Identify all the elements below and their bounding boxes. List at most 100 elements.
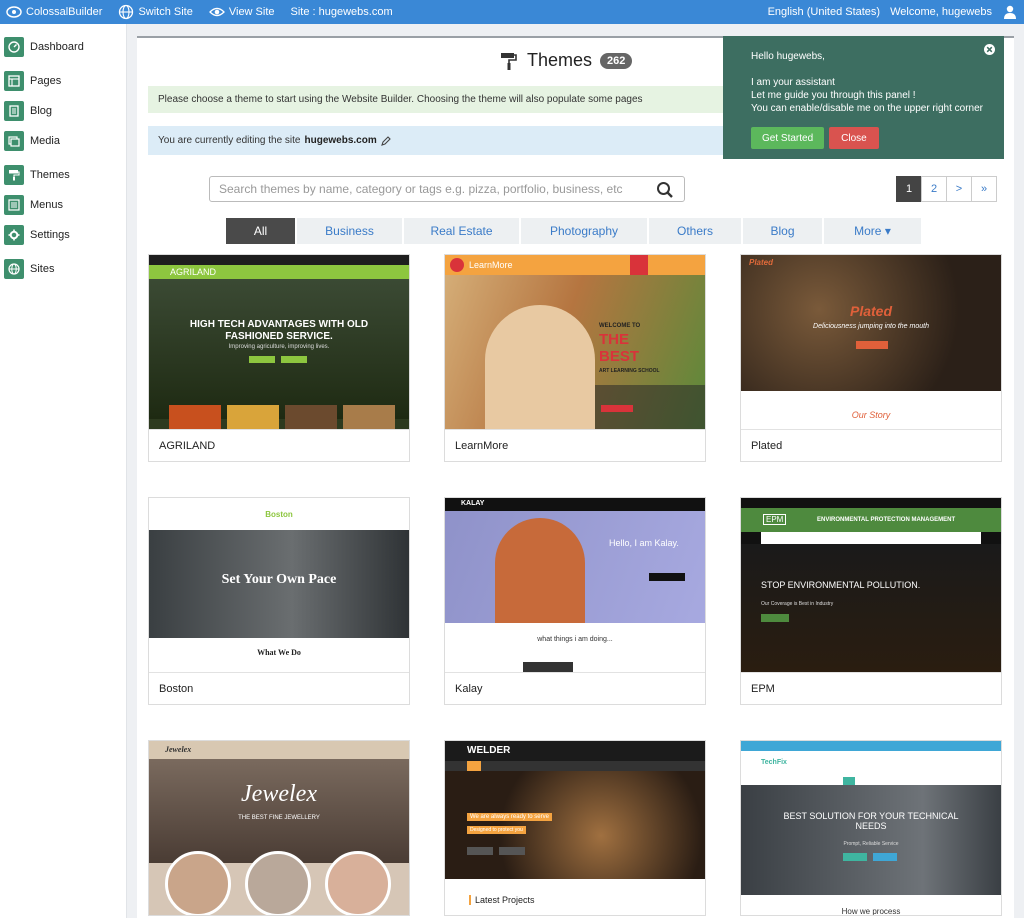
tab-all[interactable]: All (226, 218, 295, 244)
sidebar-item-label: Pages (30, 75, 62, 87)
preview-subtitle: Prompt, Reliable Service (843, 841, 899, 847)
sidebar: Dashboard Pages Blog Media Themes Menus … (0, 24, 127, 918)
theme-count-badge: 262 (600, 52, 633, 69)
switch-site-label: Switch Site (138, 6, 193, 18)
preview-subtitle: Improving agriculture, improving lives. (228, 344, 330, 350)
paint-roller-icon (501, 52, 517, 70)
view-site-link[interactable]: View Site (208, 4, 275, 20)
preview-headline: Set Your Own Pace (221, 572, 337, 587)
site-indicator: Site : hugewebs.com (291, 6, 393, 18)
tab-real-estate[interactable]: Real Estate (404, 218, 519, 244)
preview-brand: AGRILAND (170, 267, 217, 277)
preview-headline: Jewelex (241, 781, 317, 807)
theme-name: Plated (741, 429, 1001, 461)
gear-icon (4, 225, 24, 245)
preview-brand: Jewelex (165, 745, 192, 754)
sidebar-item-label: Themes (30, 169, 70, 181)
globe-icon (119, 4, 134, 20)
preview-section: Latest Projects (469, 895, 535, 905)
eye-icon (208, 7, 225, 17)
close-icon[interactable] (984, 44, 995, 55)
assistant-greeting: Hello hugewebs, (751, 51, 825, 62)
editing-site-prefix: You are currently editing the site (158, 135, 301, 146)
media-icon (4, 131, 24, 151)
brand-logo-icon (6, 6, 22, 18)
preview-section: How we process (841, 907, 901, 915)
assistant-panel: Hello hugewebs, I am your assistant Let … (723, 36, 1004, 159)
theme-preview: AGRILAND HIGH TECH ADVANTAGES WITH OLD F… (149, 255, 409, 429)
preview-line-2: THE (599, 331, 629, 348)
assistant-line-2: Let me guide you through this panel ! (751, 90, 916, 101)
theme-name: AGRILAND (149, 429, 409, 461)
preview-brand: LearnMore (469, 260, 513, 270)
sidebar-item-label: Menus (30, 199, 64, 211)
sidebar-item-dashboard[interactable]: Dashboard (4, 36, 84, 58)
close-assistant-button[interactable]: Close (829, 127, 879, 149)
switch-site-link[interactable]: Switch Site (118, 4, 193, 20)
assistant-line-3: You can enable/disable me on the upper r… (751, 103, 984, 114)
theme-card-boston[interactable]: Boston Set Your Own Pace What We Do Bost… (148, 497, 410, 705)
theme-name: Boston (149, 672, 409, 704)
tab-more[interactable]: More ▾ (824, 218, 921, 244)
sidebar-item-label: Media (30, 135, 60, 147)
preview-brand: Plated (749, 258, 774, 267)
dashboard-icon (4, 37, 24, 57)
preview-subtitle: THE BEST FINE JEWELLERY (238, 815, 320, 821)
tab-business[interactable]: Business (297, 218, 402, 244)
preview-line-1: WELCOME TO (599, 323, 641, 329)
theme-card-epm[interactable]: EPM ENVIRONMENTAL PROTECTION MANAGEMENT … (740, 497, 1002, 705)
menus-icon (4, 195, 24, 215)
preview-headline: HIGH TECH ADVANTAGES WITH OLD FASHIONED … (189, 319, 369, 342)
tab-others[interactable]: Others (649, 218, 741, 244)
sidebar-item-settings[interactable]: Settings (4, 224, 70, 246)
sidebar-item-pages[interactable]: Pages (4, 70, 61, 92)
next-page-button[interactable]: > (946, 176, 972, 202)
user-icon[interactable] (1002, 4, 1018, 20)
preview-brand: EPM (763, 514, 787, 525)
preview-section: Our Story (851, 410, 891, 420)
preview-line-4: ART LEARNING SCHOOL (599, 368, 660, 374)
theme-card-plated[interactable]: Plated Plated Deliciousness jumping into… (740, 254, 1002, 462)
last-page-button[interactable]: » (971, 176, 997, 202)
search-input[interactable] (219, 182, 649, 196)
sidebar-item-sites[interactable]: Sites (4, 258, 54, 280)
sidebar-item-blog[interactable]: Blog (4, 100, 52, 122)
pencil-icon[interactable] (380, 135, 391, 146)
theme-card-learnmore[interactable]: LearnMore WELCOME TO THE BEST ART LEARNI… (444, 254, 706, 462)
theme-preview: Jewelex Jewelex THE BEST FINE JEWELLERY (149, 741, 409, 915)
theme-name: EPM (741, 672, 1001, 704)
theme-card-techfix[interactable]: TechFix BEST SOLUTION FOR YOUR TECHNICAL… (740, 740, 1002, 916)
preview-line-3: BEST (599, 348, 640, 365)
sidebar-item-menus[interactable]: Menus (4, 194, 63, 216)
preview-headline: We are always ready to serve (467, 813, 552, 821)
theme-card-agriland[interactable]: AGRILAND HIGH TECH ADVANTAGES WITH OLD F… (148, 254, 410, 462)
editing-site-name: hugewebs.com (304, 135, 377, 146)
themes-panel: Themes 262 Please choose a theme to star… (137, 36, 1014, 918)
theme-preview: EPM ENVIRONMENTAL PROTECTION MANAGEMENT … (741, 498, 1001, 672)
pagination: 1 2 > » (896, 176, 997, 202)
theme-preview: TechFix BEST SOLUTION FOR YOUR TECHNICAL… (741, 741, 1001, 915)
page-button-1[interactable]: 1 (896, 176, 922, 202)
theme-preview: Plated Plated Deliciousness jumping into… (741, 255, 1001, 429)
page-button-2[interactable]: 2 (921, 176, 947, 202)
preview-subtitle: Designed to protect you (467, 826, 526, 834)
tab-blog[interactable]: Blog (743, 218, 822, 244)
preview-brand: KALAY (461, 500, 485, 507)
tab-photography[interactable]: Photography (521, 218, 647, 244)
brand-link[interactable]: ColossalBuilder (6, 4, 102, 20)
sidebar-item-themes[interactable]: Themes (4, 164, 70, 186)
theme-card-jewelex[interactable]: Jewelex Jewelex THE BEST FINE JEWELLERY (148, 740, 410, 916)
get-started-button[interactable]: Get Started (751, 127, 825, 149)
theme-card-welder[interactable]: WELDER We are always ready to serve Desi… (444, 740, 706, 916)
page-title: Themes (527, 50, 593, 70)
language-selector[interactable]: English (United States) (768, 6, 881, 18)
site-label: Site : hugewebs.com (290, 6, 393, 18)
sidebar-item-media[interactable]: Media (4, 130, 60, 152)
preview-brand: WELDER (467, 745, 511, 756)
sidebar-item-label: Dashboard (30, 41, 84, 53)
welcome-user[interactable]: Welcome, hugewebs (890, 6, 992, 18)
sidebar-item-label: Blog (30, 105, 53, 117)
theme-card-kalay[interactable]: KALAY Hello, I am Kalay. what things i a… (444, 497, 706, 705)
search-icon[interactable] (656, 181, 674, 199)
brand-label: ColossalBuilder (26, 6, 103, 18)
